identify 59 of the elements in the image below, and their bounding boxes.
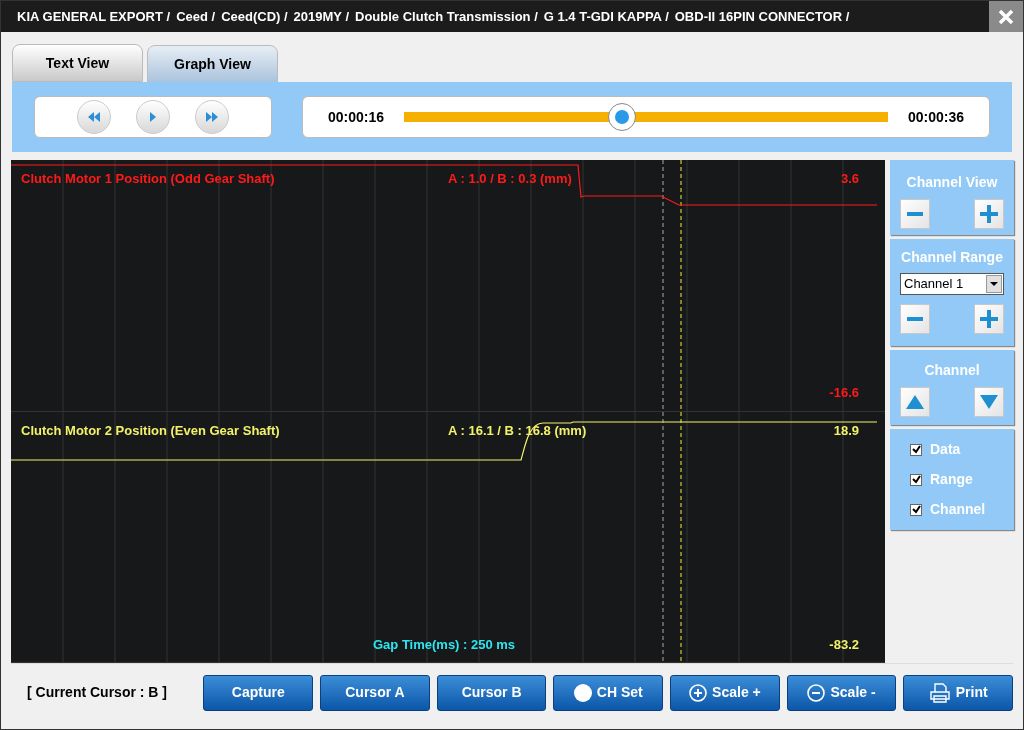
channel-name: Clutch Motor 1 Position (Odd Gear Shaft) (21, 171, 275, 186)
channel-name: Clutch Motor 2 Position (Even Gear Shaft) (21, 422, 280, 438)
panel-title: Channel (924, 361, 980, 380)
dropdown-arrow-icon (990, 282, 998, 286)
breadcrumb-item: Ceed / (176, 7, 216, 26)
channel-select[interactable]: Channel 1 (900, 273, 1004, 295)
minus-circle-icon (807, 683, 826, 702)
increase-button[interactable] (974, 199, 1004, 229)
check-icon (911, 445, 921, 454)
decrease-button[interactable] (900, 199, 930, 229)
down-button[interactable] (974, 387, 1004, 417)
range-max: 3.6 (840, 170, 859, 188)
check-icon (911, 475, 921, 484)
breadcrumb-item: KIA GENERAL EXPORT / (17, 7, 171, 26)
increase-button[interactable] (974, 304, 1004, 334)
rewind-button[interactable] (77, 100, 111, 134)
fast-forward-button[interactable] (195, 100, 229, 134)
panel-title: Channel Range (901, 248, 1003, 267)
channel-reading: A : 1.0 / B : 0.3 (mm) (448, 170, 573, 188)
decrease-button[interactable] (900, 304, 930, 334)
range-max: 18.9 (833, 421, 859, 440)
toolbar-button[interactable]: Print (903, 674, 1014, 711)
current-time: 00:00:16 (328, 107, 385, 127)
down-triangle-icon (980, 395, 998, 409)
timeline-track[interactable] (404, 102, 888, 132)
toolbar-button[interactable]: Capture (203, 674, 314, 711)
panel-title: Channel View (906, 173, 998, 192)
printer-icon (928, 682, 951, 703)
minus-icon (907, 317, 923, 321)
fast-forward-icon (206, 112, 218, 122)
breadcrumb-item: OBD-II 16PIN CONNECTOR / (674, 7, 850, 26)
view-tab[interactable]: Text View (12, 44, 143, 82)
gap-time: Gap Time(ms) : 250 ms (373, 636, 516, 652)
up-button[interactable] (900, 387, 930, 417)
timeline-thumb[interactable] (607, 103, 636, 131)
close-button[interactable] (989, 1, 1023, 32)
breadcrumb-item: Ceed(CD) / (221, 7, 288, 26)
toolbar-button[interactable]: Cursor B (436, 674, 547, 711)
plus-icon (980, 205, 998, 223)
plus-circle-icon (689, 683, 708, 702)
current-cursor: [ Current Cursor : B ] (27, 683, 168, 702)
toolbar-button[interactable]: CH Set (553, 674, 664, 711)
plus-icon (980, 310, 998, 328)
check-icon (911, 505, 921, 514)
range-min: -83.2 (829, 635, 859, 654)
view-tab[interactable]: Graph View (147, 45, 278, 83)
toolbar-button[interactable]: Cursor A (320, 674, 430, 711)
play-button[interactable] (136, 100, 170, 134)
range-min: -16.6 (829, 384, 859, 402)
breadcrumb-item: Double Clutch Transmission / (355, 7, 538, 26)
toolbar-button[interactable]: Scale + (670, 674, 780, 711)
close-icon (998, 8, 1014, 25)
toolbar-button[interactable]: Scale - (786, 674, 897, 711)
minus-icon (907, 212, 923, 216)
total-time: 00:00:36 (907, 107, 964, 127)
rewind-icon (88, 112, 100, 122)
breadcrumb-item: G 1.4 T-GDI KAPPA / (543, 7, 669, 26)
up-triangle-icon (906, 395, 924, 409)
breadcrumb-item: 2019MY / (293, 7, 350, 26)
